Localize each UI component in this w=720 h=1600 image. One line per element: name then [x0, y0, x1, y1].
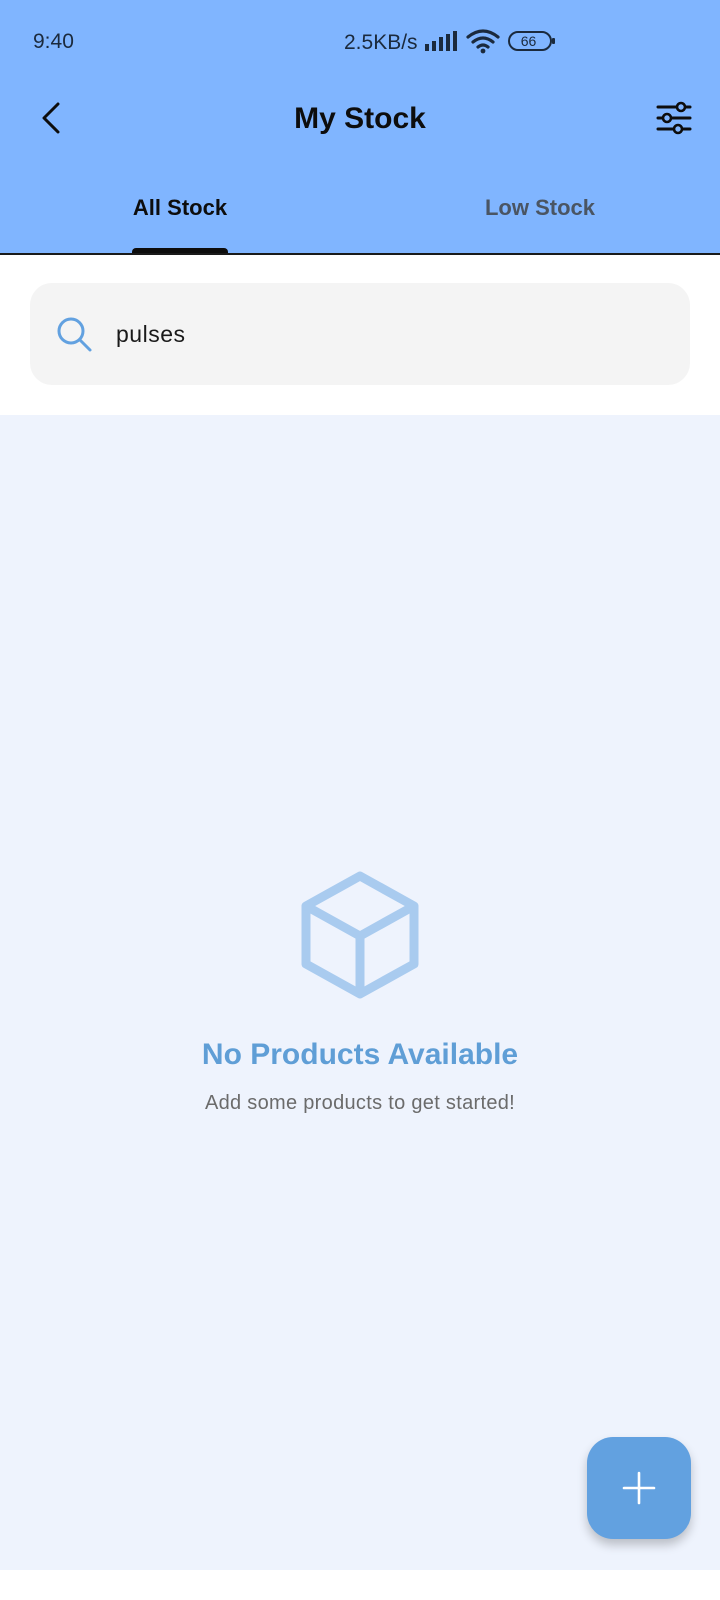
plus-icon	[622, 1471, 656, 1505]
wifi-icon	[465, 28, 500, 59]
search-input[interactable]	[114, 319, 618, 349]
tab-low-stock[interactable]: Low Stock	[360, 180, 720, 253]
empty-state-subtitle: Add some products to get started!	[204, 1092, 516, 1114]
product-list-area: No Products Available Add some products …	[0, 415, 720, 1570]
active-tab-indicator	[132, 248, 228, 253]
chevron-left-icon	[42, 102, 60, 134]
sliders-icon	[656, 101, 692, 135]
back-button[interactable]	[30, 96, 74, 140]
search-bar[interactable]	[30, 283, 690, 385]
add-product-button[interactable]	[587, 1437, 691, 1539]
status-bar: 9:40 2.5KB/s 66	[0, 0, 720, 88]
status-time: 9:40	[33, 30, 74, 53]
search-icon	[57, 317, 92, 352]
app-bar: My Stock	[0, 88, 720, 158]
network-speed: 2.5KB/s	[344, 31, 418, 54]
battery-level: 66	[520, 32, 537, 49]
battery-icon: 66	[507, 30, 556, 56]
page-title: My Stock	[294, 102, 426, 135]
tab-all-stock[interactable]: All Stock	[0, 180, 360, 253]
empty-state-title: No Products Available	[201, 1038, 519, 1071]
filter-button[interactable]	[652, 96, 696, 140]
my-stock-screen: 9:40 2.5KB/s 66 My Stock All Stock Low S…	[0, 0, 720, 1600]
empty-state: No Products Available Add some products …	[0, 870, 720, 1115]
status-indicators: 2.5KB/s 66	[344, 28, 556, 58]
signal-icon	[424, 30, 458, 57]
search-section	[0, 255, 720, 415]
tab-label: All Stock	[132, 195, 228, 220]
header: 9:40 2.5KB/s 66 My Stock All Stock Low S…	[0, 0, 720, 255]
box-icon	[301, 871, 419, 999]
tab-bar: All Stock Low Stock	[0, 180, 720, 253]
bottom-strip	[0, 1570, 720, 1600]
tab-label: Low Stock	[484, 195, 595, 220]
